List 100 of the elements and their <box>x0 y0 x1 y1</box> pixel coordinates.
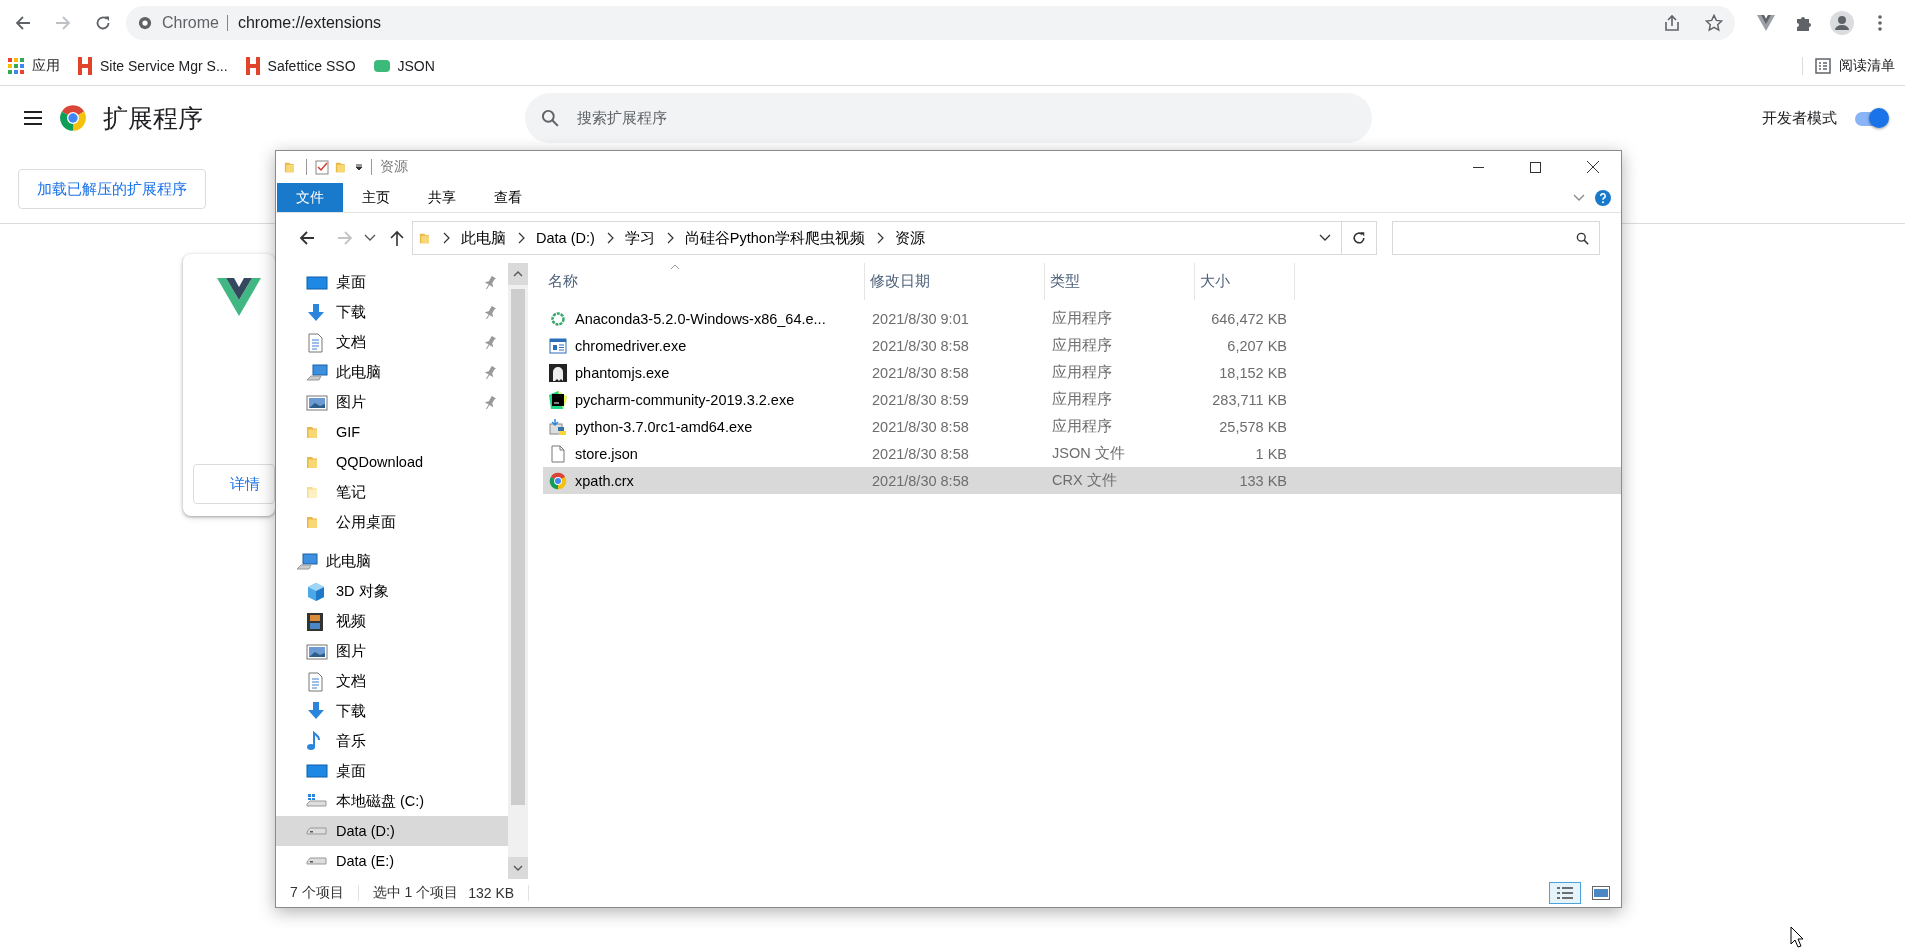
up-arrow-icon[interactable] <box>390 230 404 246</box>
ribbon-tab[interactable]: 主页 <box>343 183 409 212</box>
search-field[interactable] <box>1392 221 1600 255</box>
nav-item[interactable]: 桌面 <box>276 268 508 298</box>
puzzle-icon[interactable] <box>1795 14 1813 32</box>
address-field[interactable]: 此电脑 Data (D:) 学习 尚硅谷Python学科爬虫视频 资源 <box>412 221 1342 255</box>
search-icon <box>1576 231 1589 245</box>
nav-item[interactable]: QQDownload <box>276 447 508 478</box>
chevron-right-icon <box>442 232 450 244</box>
properties-icon[interactable] <box>315 159 329 175</box>
file-name: python-3.7.0rc1-amd64.exe <box>575 418 753 435</box>
chevron-right-icon <box>517 232 525 244</box>
dropdown-icon[interactable] <box>1319 234 1331 242</box>
bookmark[interactable]: Site Service Mgr S... <box>78 56 228 75</box>
nav-item[interactable]: 视频 <box>276 606 508 637</box>
help-icon[interactable] <box>1595 189 1611 206</box>
selection-count: 选中 1 个项目 <box>372 884 459 902</box>
column-header[interactable]: 名称 <box>543 263 865 300</box>
placeholder-text: 搜索扩展程序 <box>577 108 667 128</box>
details-view-icon <box>1556 886 1574 900</box>
load-button[interactable]: 加载已解压的扩展程序 <box>18 169 206 209</box>
file-row[interactable]: python-3.7.0rc1-amd64.exe 2021/8/30 8:58 应用程序 25,578 KB <box>543 413 1621 440</box>
monitor-icon <box>306 763 328 780</box>
bookmark[interactable]: 应用 <box>8 56 60 75</box>
search-field[interactable]: 搜索扩展程序 <box>525 93 1372 143</box>
music-note-icon <box>306 731 320 752</box>
toggle-switch[interactable] <box>1853 108 1889 128</box>
column-header[interactable]: 修改日期 <box>865 263 1045 300</box>
view-button[interactable] <box>1549 882 1581 904</box>
breadcrumb-item[interactable]: 此电脑 <box>459 228 508 248</box>
recent-locations-icon[interactable] <box>364 234 376 242</box>
h-logo-icon <box>78 56 92 75</box>
back-arrow-icon[interactable] <box>15 15 31 31</box>
expand-ribbon-icon[interactable] <box>1573 193 1585 202</box>
file-row[interactable]: xpath.crx 2021/8/30 8:58 CRX 文件 133 KB <box>543 467 1621 494</box>
file-type: 应用程序 <box>1051 336 1113 355</box>
nav-item[interactable]: 本地磁盘 (C:) <box>276 786 508 817</box>
file-type: 应用程序 <box>1051 390 1113 409</box>
url-text: chrome://extensions <box>237 14 383 32</box>
file-row[interactable]: store.json 2021/8/30 8:58 JSON 文件 1 KB <box>543 440 1621 467</box>
nav-item[interactable]: 下载 <box>276 696 508 727</box>
ribbon-tab[interactable]: 查看 <box>475 183 541 212</box>
column-header[interactable]: 大小 <box>1195 263 1295 300</box>
file-row[interactable]: chromedriver.exe 2021/8/30 8:58 应用程序 6,207 KB <box>543 332 1621 359</box>
nav-item[interactable]: 桌面 <box>276 756 508 787</box>
nav-item[interactable]: Data (E:) <box>276 845 508 876</box>
profile-icon[interactable] <box>1830 11 1854 35</box>
breadcrumb-item[interactable]: 学习 <box>622 228 657 248</box>
down-arrow-icon <box>306 303 326 322</box>
scroll-down-icon[interactable] <box>513 865 523 871</box>
breadcrumb-item[interactable]: 资源 <box>893 228 927 248</box>
chrome-logo-icon <box>549 471 567 490</box>
site-label: Chrome <box>162 15 228 31</box>
nav-item[interactable]: GIF <box>276 417 508 448</box>
scrollbar-thumb[interactable] <box>511 289 525 805</box>
bookmark[interactable]: JSON <box>373 57 435 74</box>
pin-icon <box>484 365 496 380</box>
close-icon[interactable] <box>1586 161 1599 173</box>
share-icon[interactable] <box>1663 14 1681 32</box>
back-arrow-icon[interactable] <box>299 230 315 246</box>
details-button[interactable]: 详情 <box>193 464 275 504</box>
nav-item[interactable]: 此电脑 <box>276 357 508 388</box>
ghost-icon <box>549 363 567 382</box>
nav-item[interactable]: 图片 <box>276 387 508 418</box>
menu-icon[interactable] <box>23 110 43 126</box>
address-bar[interactable]: Chrome chrome://extensions <box>126 6 1735 40</box>
more-icon[interactable] <box>1878 15 1882 31</box>
v-logo-icon[interactable] <box>1757 15 1775 31</box>
refresh-icon[interactable] <box>1352 231 1366 245</box>
file-type: 应用程序 <box>1051 363 1113 382</box>
nav-item[interactable]: Data (D:) <box>276 816 508 846</box>
file-date: 2021/8/30 9:01 <box>871 310 970 327</box>
nav-item[interactable]: 文档 <box>276 666 508 697</box>
column-header[interactable]: 类型 <box>1045 263 1195 300</box>
nav-item[interactable]: 文档 <box>276 327 508 358</box>
nav-item[interactable]: 3D 对象 <box>276 576 508 607</box>
file-row[interactable]: Anaconda3-5.2.0-Windows-x86_64.e... 2021/8/30 9:01 应用程序 646,472 KB <box>543 305 1621 332</box>
nav-item[interactable]: 音乐 <box>276 726 508 757</box>
breadcrumb-item[interactable]: 尚硅谷Python学科爬虫视频 <box>682 228 867 248</box>
ribbon-tab[interactable]: 文件 <box>277 183 343 212</box>
nav-item[interactable]: 下载 <box>276 297 508 328</box>
nav-item[interactable]: 此电脑 <box>276 547 508 577</box>
bookmark[interactable]: Safettice SSO <box>245 56 356 75</box>
file-size: 283,711 KB <box>1211 391 1288 408</box>
minimize-icon[interactable] <box>1473 166 1484 168</box>
file-row[interactable]: phantomjs.exe 2021/8/30 8:58 应用程序 18,152 KB <box>543 359 1621 386</box>
ribbon-tab[interactable]: 共享 <box>409 183 475 212</box>
down-arrow-icon <box>306 702 326 721</box>
nav-item[interactable]: 图片 <box>276 636 508 667</box>
nav-item[interactable]: 笔记 <box>276 477 508 508</box>
drive-icon <box>306 856 328 865</box>
breadcrumb-item[interactable]: Data (D:) <box>534 230 597 246</box>
maximize-icon[interactable] <box>1530 161 1541 173</box>
reload-icon[interactable] <box>95 15 111 31</box>
nav-item[interactable]: 公用桌面 <box>276 507 508 537</box>
file-row[interactable]: pycharm-community-2019.3.2.exe 2021/8/30 8:59 应用程序 283,711 KB <box>543 386 1621 413</box>
dropdown-caret-icon[interactable] <box>355 163 363 171</box>
star-icon[interactable] <box>1705 14 1723 32</box>
reading-list-button[interactable]: 阅读清单 <box>1815 56 1895 75</box>
scroll-up-icon[interactable] <box>513 271 523 277</box>
